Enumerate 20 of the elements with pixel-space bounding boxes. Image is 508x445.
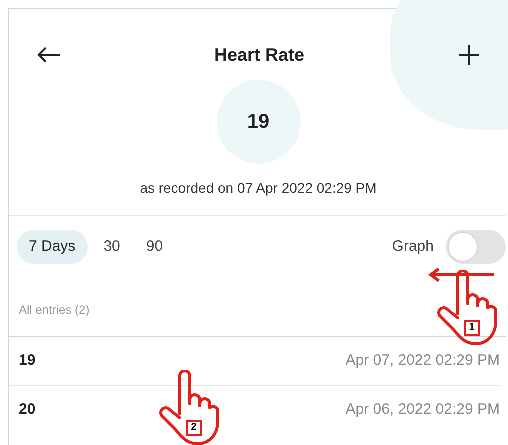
range-tab[interactable]: 30 [94, 230, 130, 264]
entry-value: 19 [19, 350, 36, 371]
step-number: 1 [464, 320, 480, 336]
range-tab[interactable]: 90 [136, 230, 174, 264]
entries-heading: All entries (2) [19, 303, 90, 317]
plus-icon[interactable] [458, 44, 480, 66]
step-number: 2 [186, 420, 202, 436]
hand-pointer-icon [436, 270, 498, 346]
range-tab[interactable]: 7 Days [17, 230, 88, 264]
latest-value: 19 [247, 110, 270, 135]
swipe-arrow-icon [428, 268, 494, 282]
toggle-thumb [448, 232, 478, 262]
entry-time: Apr 07, 2022 02:29 PM [346, 350, 500, 371]
back-arrow-icon[interactable] [37, 47, 61, 63]
hand-pointer-icon [158, 370, 220, 445]
recorded-caption: as recorded on 07 Apr 2022 02:29 PM [140, 179, 377, 198]
entry-time: Apr 06, 2022 02:29 PM [346, 400, 500, 420]
graph-label: Graph [392, 236, 434, 257]
screen-title: Heart Rate [214, 44, 305, 66]
entry-value: 20 [19, 400, 36, 420]
